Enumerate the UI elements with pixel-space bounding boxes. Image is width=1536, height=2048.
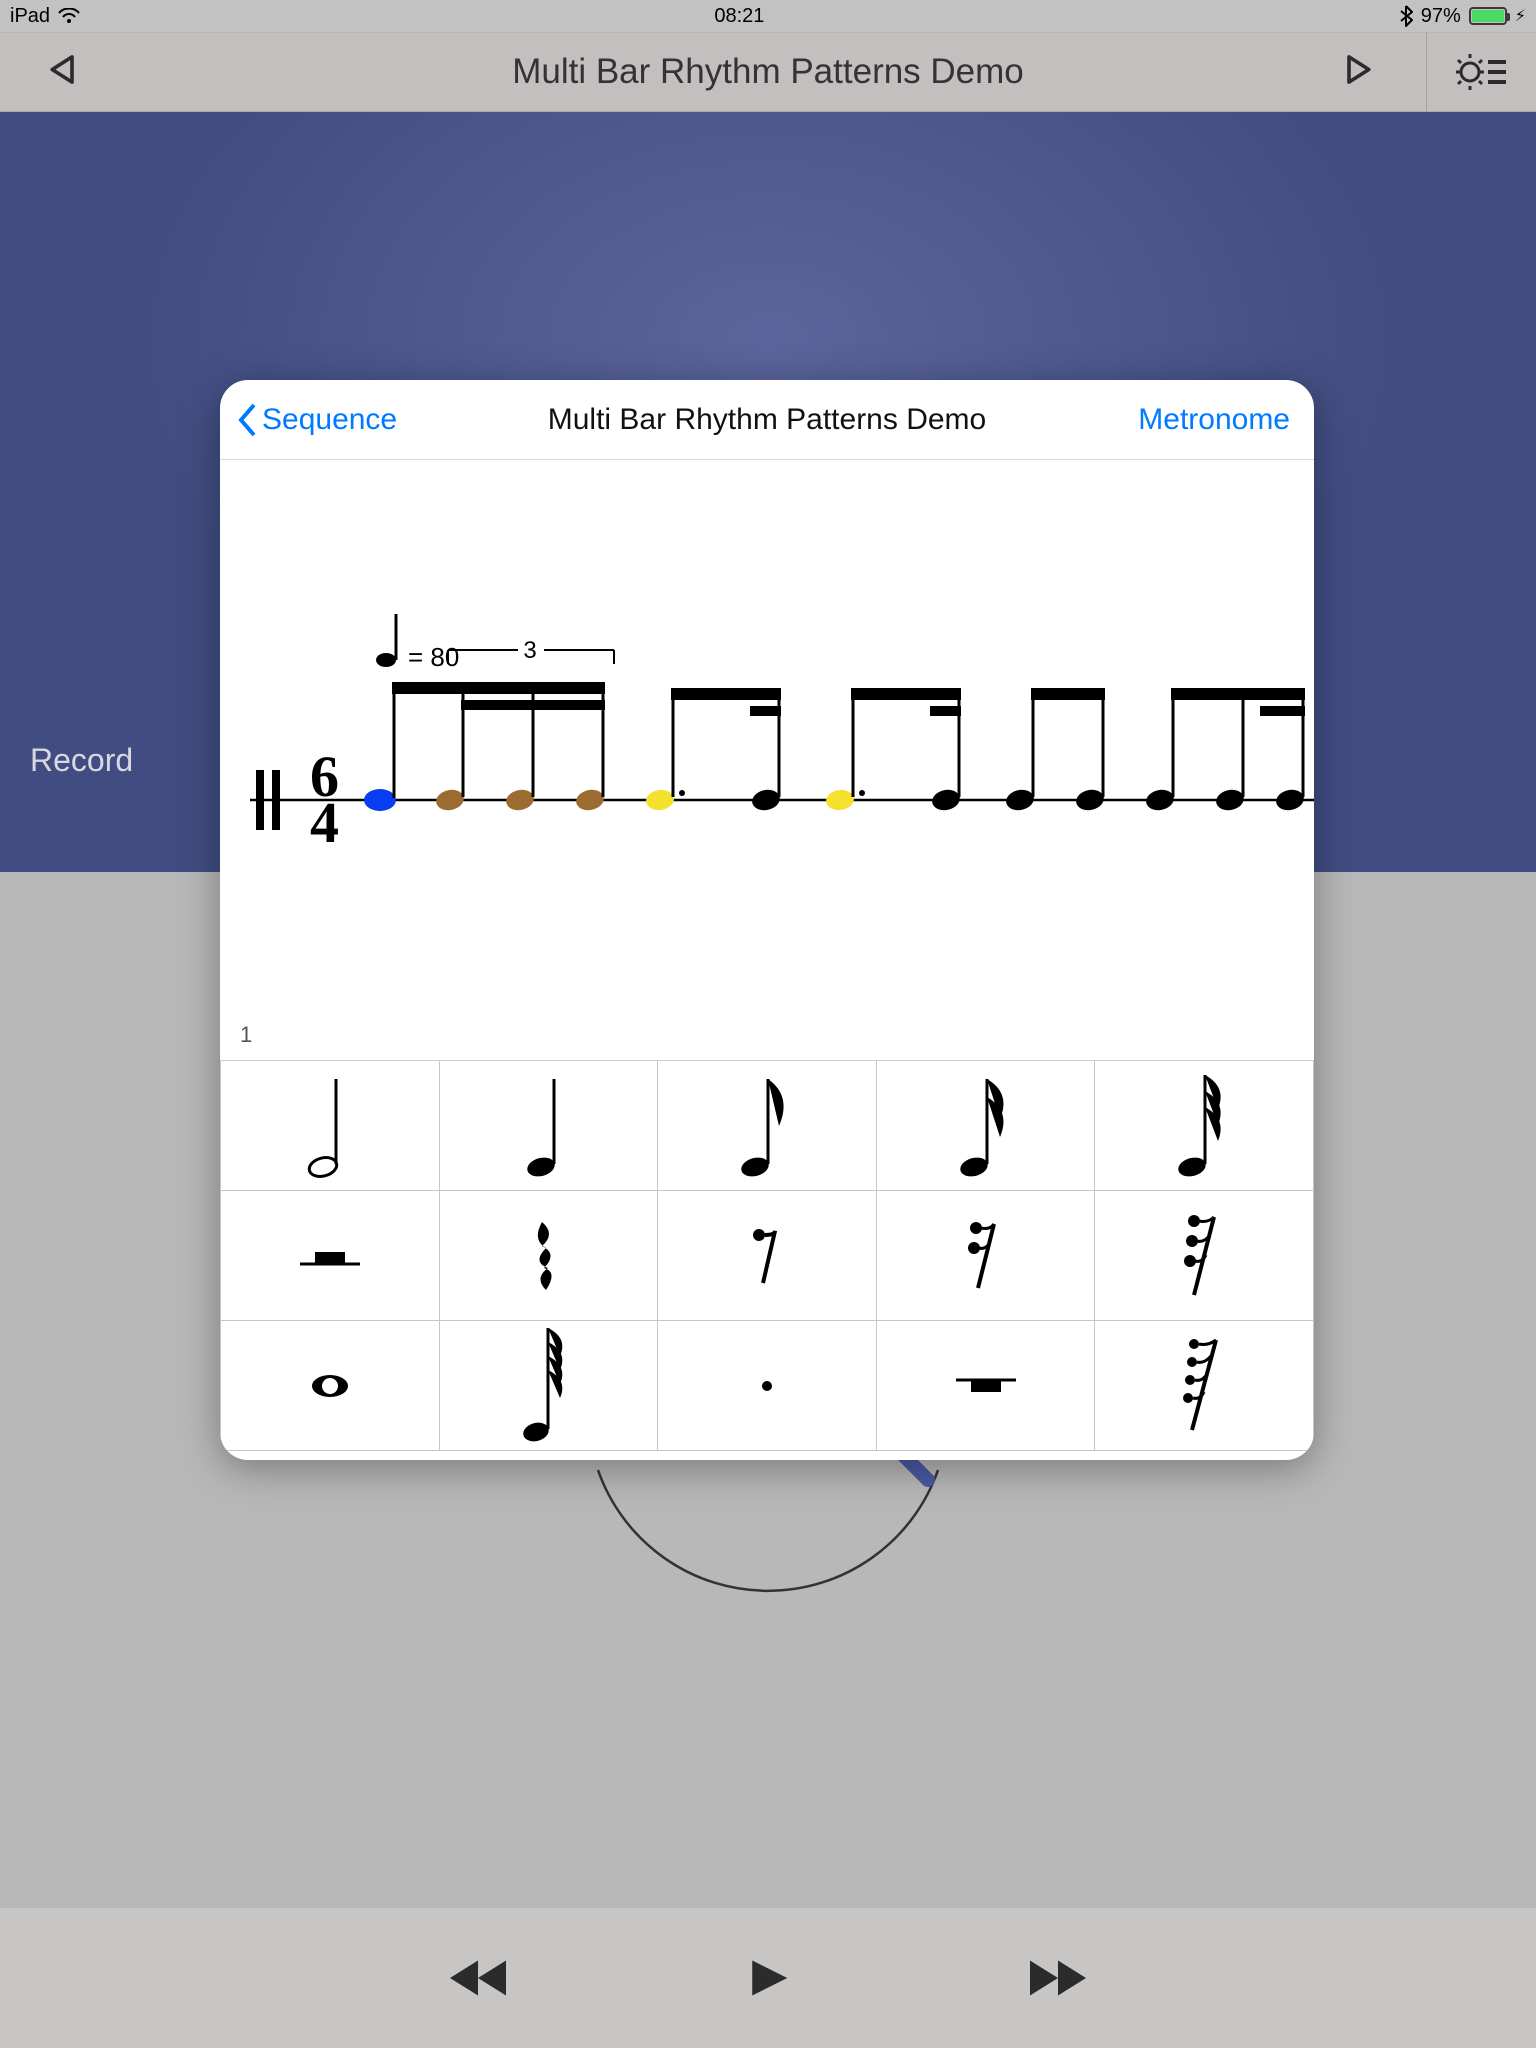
note-4	[574, 787, 606, 812]
charging-icon: ⚡︎	[1515, 6, 1526, 26]
tuplet-label: 3	[523, 637, 536, 664]
metronome-label: Metronome	[1138, 403, 1290, 437]
popover-back-button[interactable]: Sequence	[236, 380, 397, 459]
note-3	[504, 787, 536, 812]
palette-whole-rest[interactable]	[877, 1321, 1096, 1451]
palette-quarter-note[interactable]	[440, 1061, 659, 1191]
notation-canvas[interactable]: = 80 3 6 4	[220, 460, 1314, 1060]
palette-half-rest[interactable]	[220, 1191, 440, 1321]
wifi-icon	[58, 8, 80, 24]
status-left: iPad	[10, 5, 80, 28]
status-time: 08:21	[714, 5, 764, 28]
palette-sixteenth-note[interactable]	[877, 1061, 1096, 1191]
device-label: iPad	[10, 5, 50, 28]
note-10	[1074, 787, 1106, 812]
back-button[interactable]	[45, 52, 81, 93]
popover-title: Multi Bar Rhythm Patterns Demo	[548, 403, 986, 437]
popover-nav: Sequence Multi Bar Rhythm Patterns Demo …	[220, 380, 1314, 460]
palette-thirtysecond-rest[interactable]	[1095, 1191, 1314, 1321]
battery-percent: 97%	[1421, 5, 1461, 28]
palette-sixtyfourth-note[interactable]	[440, 1321, 659, 1451]
note-2	[434, 787, 466, 812]
note-13	[1274, 787, 1306, 812]
palette-sixteenth-rest[interactable]	[877, 1191, 1096, 1321]
editor-popover: Sequence Multi Bar Rhythm Patterns Demo …	[220, 380, 1314, 1460]
note-palette	[220, 1060, 1314, 1451]
note-12	[1214, 787, 1246, 812]
forward-button[interactable]	[1018, 1948, 1098, 2008]
note-11	[1144, 787, 1176, 812]
status-bar: iPad 08:21 97% ⚡︎	[0, 0, 1536, 32]
metronome-button[interactable]: Metronome	[1138, 380, 1290, 459]
palette-thirtysecond-note[interactable]	[1095, 1061, 1314, 1191]
palette-sixtyfourth-rest[interactable]	[1095, 1321, 1314, 1451]
play-button[interactable]	[1340, 52, 1376, 93]
rewind-button[interactable]	[438, 1948, 518, 2008]
settings-button[interactable]	[1426, 33, 1536, 111]
play-pause-button[interactable]	[728, 1948, 808, 2008]
popover-back-label: Sequence	[262, 403, 397, 437]
transport-toolbar	[0, 1908, 1536, 2048]
bluetooth-icon	[1399, 5, 1413, 27]
note-6	[750, 787, 782, 812]
note-9	[1004, 787, 1036, 812]
status-right: 97% ⚡︎	[1399, 5, 1526, 28]
note-1	[364, 789, 396, 811]
palette-quarter-rest[interactable]	[440, 1191, 659, 1321]
palette-eighth-note[interactable]	[658, 1061, 877, 1191]
tempo-text: = 80	[408, 642, 459, 672]
palette-dot[interactable]	[658, 1321, 877, 1451]
page-title: Multi Bar Rhythm Patterns Demo	[512, 52, 1024, 92]
palette-eighth-rest[interactable]	[658, 1191, 877, 1321]
note-5	[645, 788, 676, 812]
note-8	[930, 787, 962, 812]
note-7	[825, 788, 856, 812]
palette-half-note[interactable]	[220, 1061, 440, 1191]
time-sig-bottom: 4	[310, 790, 339, 855]
palette-whole-note[interactable]	[220, 1321, 440, 1451]
nav-bar: Multi Bar Rhythm Patterns Demo	[0, 32, 1536, 112]
page-indicator: 1	[240, 1022, 252, 1048]
battery-icon	[1469, 7, 1507, 25]
record-label: Record	[30, 742, 133, 779]
